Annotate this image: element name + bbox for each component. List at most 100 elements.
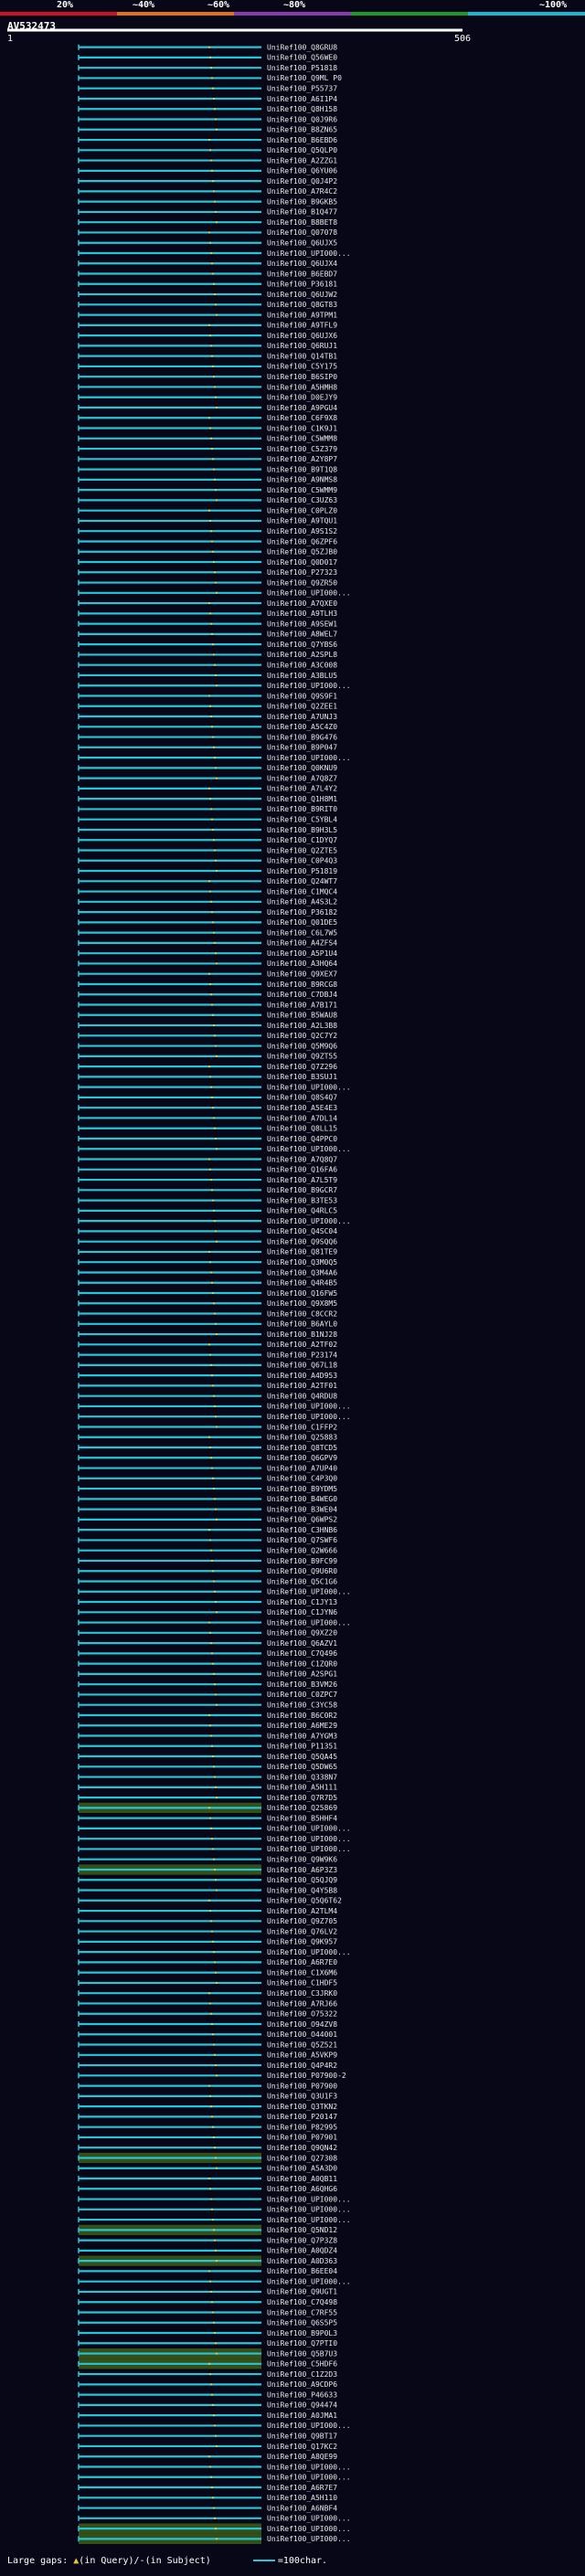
hit-label: UniRef100_Q76LV2 — [267, 1927, 337, 1935]
gap-marker — [208, 880, 210, 883]
hit-label: UniRef100_B9P0L3 — [267, 2329, 337, 2337]
gap-marker — [209, 1631, 211, 1634]
gap-marker — [214, 293, 216, 296]
hit-label: UniRef100_O44001 — [267, 2030, 337, 2039]
hit-label: UniRef100_UPI000... — [267, 1845, 351, 1853]
hit-label: UniRef100_A0D363 — [267, 2257, 337, 2265]
gap-marker — [216, 1981, 218, 1984]
hit-label: UniRef100_Q9ZR50 — [267, 578, 337, 587]
gap-marker — [216, 1518, 218, 1521]
hit-label: UniRef100_Q7YBS6 — [267, 641, 337, 649]
gap-marker — [214, 1034, 216, 1037]
hit-label: UniRef100_A2TLM4 — [267, 1907, 337, 1915]
gap-marker — [216, 221, 218, 224]
gap-marker — [212, 458, 214, 461]
hit-label: UniRef100_Q6UJW2 — [267, 291, 337, 299]
hit-label: UniRef100_Q5DW65 — [267, 1763, 337, 1771]
hit-label: UniRef100_B9RCG8 — [267, 981, 337, 989]
hit-label: UniRef100_A5E4E3 — [267, 1104, 337, 1112]
gap-marker — [213, 839, 215, 842]
gap-marker — [212, 1199, 214, 1202]
gap-marker — [212, 2311, 214, 2314]
gap-marker — [215, 1693, 217, 1696]
gap-marker — [210, 993, 212, 996]
gap-marker — [212, 180, 214, 183]
gap-marker — [214, 571, 216, 574]
hit-label: UniRef100_Q4SC04 — [267, 1227, 337, 1235]
gap-marker — [211, 540, 213, 543]
gap-marker — [208, 139, 210, 142]
hit-label: UniRef100_UPI000... — [267, 2277, 351, 2285]
hit-label: UniRef100_C3HNB6 — [267, 1526, 337, 1534]
hit-label: UniRef100_P36182 — [267, 908, 337, 917]
hit-label: UniRef100_Q7R7D5 — [267, 1794, 337, 1802]
hit-label: UniRef100_Q6UJX4 — [267, 260, 337, 268]
gap-marker — [210, 2475, 212, 2478]
gap-marker — [209, 56, 211, 58]
gap-marker — [215, 1508, 217, 1511]
hit-label: UniRef100_Q9ML P0 — [267, 74, 342, 82]
hit-label: UniRef100_C1MQC4 — [267, 887, 337, 896]
hit-label: UniRef100_A3BLU5 — [267, 672, 337, 680]
gap-marker — [212, 2403, 214, 2406]
hit-label: UniRef100_C1X6M6 — [267, 1968, 337, 1977]
gap-marker — [215, 1601, 217, 1604]
gap-marker — [209, 2280, 211, 2283]
gap-marker — [215, 2157, 217, 2159]
gap-marker — [214, 200, 216, 203]
hit-label: UniRef100_Q6UJX5 — [267, 239, 337, 248]
gap-marker — [214, 941, 216, 944]
hit-label: UniRef100_C3UZ63 — [267, 496, 337, 504]
hit-label: UniRef100_B6EE04 — [267, 2267, 337, 2275]
hit-label: UniRef100_P36181 — [267, 281, 337, 289]
hit-label: UniRef100_Q81TE9 — [267, 1248, 337, 1256]
gap-marker — [215, 1230, 217, 1233]
gap-marker — [216, 962, 218, 965]
hit-label: UniRef100_A6R7E7 — [267, 2484, 337, 2492]
gap-marker — [216, 1148, 218, 1150]
hit-label: UniRef100_C5HDF6 — [267, 2360, 337, 2369]
hit-label: UniRef100_Q8S4Q7 — [267, 1094, 337, 1102]
gap-marker — [216, 777, 218, 779]
gap-marker — [212, 365, 214, 367]
hit-label: UniRef100_Q0J4P2 — [267, 177, 337, 186]
gap-marker — [212, 1662, 214, 1665]
gap-marker — [208, 1992, 210, 1995]
hit-label: UniRef100_B9YDM5 — [267, 1485, 337, 1493]
hit-label: UniRef100_Q2C7Y2 — [267, 1032, 337, 1040]
hit-label: UniRef100_C5WMM8 — [267, 435, 337, 443]
gap-marker — [214, 1590, 216, 1593]
gap-marker — [213, 2136, 215, 2138]
hit-label: UniRef100_B1NJ28 — [267, 1330, 337, 1339]
hit-label: UniRef100_A2ZZG1 — [267, 156, 337, 164]
gap-marker — [210, 1734, 212, 1737]
hit-label: UniRef100_Q94474 — [267, 2401, 337, 2410]
gap-marker — [214, 1683, 216, 1686]
gap-marker — [213, 1209, 215, 1212]
hit-label: UniRef100_Q9SQQ6 — [267, 1237, 337, 1246]
gap-marker — [216, 1333, 218, 1336]
gap-marker — [212, 828, 214, 831]
gap-marker — [211, 169, 213, 172]
gap-marker — [213, 1394, 215, 1397]
gap-marker — [211, 1467, 213, 1469]
gap-marker — [214, 2332, 216, 2335]
hit-label: UniRef100_Q3U1F3 — [267, 2093, 337, 2101]
hit-label: UniRef100_Q17KC2 — [267, 2443, 337, 2451]
scale-segment — [117, 12, 234, 16]
hit-label: UniRef100_P82995 — [267, 2123, 337, 2131]
gap-marker — [215, 1322, 217, 1325]
gap-marker — [214, 1127, 216, 1129]
gap-marker — [213, 1488, 215, 1490]
gap-marker — [216, 1240, 218, 1243]
hit-label: UniRef100_B9GCR7 — [267, 1186, 337, 1194]
gap-marker — [213, 1117, 215, 1119]
gap-marker — [209, 1447, 211, 1449]
gap-marker — [215, 396, 217, 398]
gap-marker — [208, 602, 210, 605]
gap-marker — [214, 1220, 216, 1223]
hit-label: UniRef100_A8QE99 — [267, 2453, 337, 2461]
gap-marker — [213, 1858, 215, 1860]
gap-marker — [208, 1529, 210, 1532]
hit-label: UniRef100_Q5QA45 — [267, 1753, 337, 1761]
